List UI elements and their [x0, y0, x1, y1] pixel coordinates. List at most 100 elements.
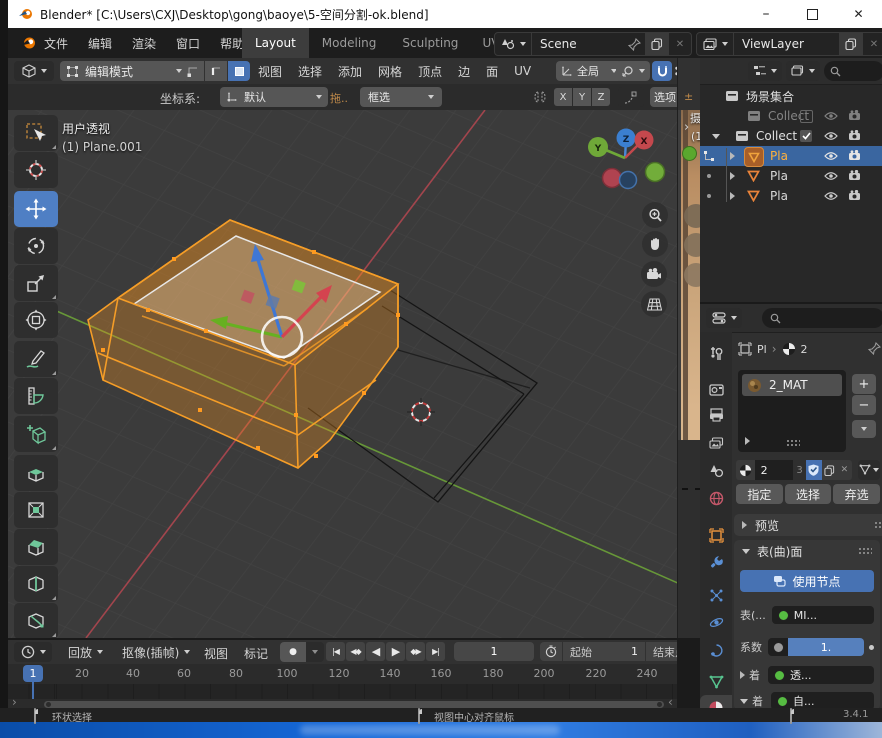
jump-end-button[interactable]: ▶|	[426, 642, 445, 661]
playback-dropdown[interactable]: 回放	[60, 642, 111, 662]
tool-cursor[interactable]	[14, 152, 58, 188]
expand-icon[interactable]	[730, 192, 735, 200]
tab-particles[interactable]	[700, 582, 732, 608]
playhead-badge[interactable]: 1	[23, 665, 43, 682]
end-frame-field[interactable]: 结束点	[646, 642, 677, 661]
ortho-toggle-button[interactable]	[641, 291, 667, 317]
pan-button[interactable]	[642, 231, 668, 257]
tab-tool[interactable]	[700, 340, 732, 366]
render-camera-icon[interactable]	[848, 170, 861, 181]
keying-dropdown[interactable]: 抠像(插帧)	[114, 642, 198, 662]
viewlayer-remove-button[interactable]: ✕	[863, 33, 882, 55]
expand-icon[interactable]	[712, 134, 720, 139]
tab-sculpting[interactable]: Sculpting	[389, 28, 471, 58]
tab-layout[interactable]: Layout	[242, 28, 309, 58]
viewlayer-dropdown-button[interactable]	[697, 33, 734, 55]
outliner-type-button[interactable]	[748, 61, 782, 81]
assign-button[interactable]: 指定	[736, 484, 783, 504]
node-specials-button[interactable]	[858, 460, 880, 480]
row-expanded-icon[interactable]	[740, 699, 748, 704]
orientation-dropdown[interactable]: 全局	[556, 61, 622, 81]
menu-select[interactable]: 选择	[298, 63, 322, 80]
breadcrumb-object[interactable]: Pl	[757, 343, 767, 356]
tool-knife[interactable]	[14, 603, 58, 638]
minimize-button[interactable]: –	[743, 0, 789, 28]
surface-shader-field[interactable]: MI...	[772, 606, 874, 624]
slot-remove-button[interactable]: −	[852, 395, 876, 415]
tab-modifiers[interactable]	[700, 548, 732, 574]
record-button[interactable]: ●	[280, 642, 306, 662]
tab-output[interactable]	[700, 402, 732, 428]
menu-add[interactable]: 添加	[338, 63, 362, 80]
scene-dropdown-button[interactable]	[495, 33, 532, 55]
material-slot-active[interactable]: 2_MAT	[742, 374, 842, 396]
mirror-x-button[interactable]: X	[554, 88, 572, 106]
scene-new-button[interactable]	[645, 33, 669, 55]
shader1-field[interactable]: 透...	[768, 666, 874, 684]
expand-icon[interactable]	[730, 172, 735, 180]
strip-camera-button[interactable]	[684, 263, 701, 287]
eye-icon[interactable]	[824, 191, 838, 201]
panel-grip[interactable]	[874, 521, 882, 529]
outliner-search[interactable]	[824, 61, 882, 81]
properties-type-button[interactable]	[706, 308, 742, 328]
coord-dropdown[interactable]: 默认	[220, 87, 328, 107]
menu-uv[interactable]: UV	[514, 64, 531, 78]
viewport-3d[interactable]: Z X Y 用户透视 (1) Plane.001	[8, 110, 677, 638]
eye-icon[interactable]	[824, 151, 838, 161]
jump-start-button[interactable]: |◀	[326, 642, 345, 661]
factor-field[interactable]: 1.	[768, 638, 864, 656]
zoom-button[interactable]	[642, 202, 668, 228]
tool-annotate[interactable]	[14, 341, 58, 377]
menu-face[interactable]: 面	[486, 63, 498, 80]
breadcrumb-material[interactable]: 2	[801, 343, 808, 356]
expand-icon[interactable]	[730, 152, 735, 160]
drag-mode-dropdown[interactable]: 框选	[360, 87, 442, 107]
slot-grip[interactable]	[786, 439, 800, 447]
tool-move[interactable]	[14, 191, 58, 227]
play-reverse-button[interactable]: ◀	[366, 642, 385, 661]
outliner-filter-button[interactable]	[786, 61, 820, 81]
tool-extrude[interactable]	[14, 455, 58, 491]
scrollbar-end-dot-left[interactable]	[46, 702, 51, 707]
next-keyframe-button[interactable]: ◆▶	[406, 642, 425, 661]
camera-viewport-strip[interactable]: ± 摄 (1 ‹ ›	[677, 58, 701, 638]
tab-viewlayer[interactable]	[700, 430, 732, 456]
mirror-z-button[interactable]: Z	[592, 88, 610, 106]
deselect-button[interactable]: 弃选	[833, 484, 880, 504]
slot-expand-icon[interactable]	[745, 437, 750, 445]
scrollbar-end-dot-right[interactable]	[657, 702, 662, 707]
editor-type-button[interactable]	[14, 61, 54, 81]
tab-scene[interactable]	[700, 458, 732, 484]
scroll-arrow-left-icon[interactable]: ›	[12, 695, 17, 709]
row-collapsed-icon[interactable]	[740, 671, 745, 679]
render-camera-icon[interactable]	[848, 190, 861, 201]
tool-scale[interactable]	[14, 265, 58, 301]
render-camera-icon[interactable]	[848, 130, 861, 141]
render-camera-icon[interactable]	[848, 150, 861, 161]
scroll-arrow-right-icon[interactable]: ‹	[668, 695, 673, 709]
viewlayer-name[interactable]: ViewLayer	[734, 37, 839, 51]
tool-measure[interactable]	[14, 378, 58, 414]
outliner-row-plane-2[interactable]: Pla	[700, 166, 882, 186]
outliner-row-plane-active[interactable]: Pla	[700, 146, 882, 166]
menu-edge[interactable]: 边	[458, 63, 470, 80]
menu-window[interactable]: 窗口	[176, 35, 200, 52]
timeline-ruler[interactable]: 20 40 60 80 100 120 140 160 180 200 220 …	[8, 664, 677, 685]
scene-unlink-button[interactable]: ✕	[669, 33, 691, 55]
pin-icon[interactable]	[868, 342, 881, 355]
keyingset-dropdown[interactable]	[306, 642, 324, 662]
eye-icon[interactable]	[824, 111, 838, 121]
timeline-menu-view[interactable]: 视图	[204, 645, 228, 662]
panel-grip[interactable]	[858, 547, 872, 555]
fake-user-button[interactable]	[806, 460, 821, 480]
scene-name[interactable]: Scene	[532, 37, 628, 51]
mirror-y-button[interactable]: Y	[573, 88, 591, 106]
slot-specials-button[interactable]	[852, 420, 876, 438]
play-button[interactable]: ▶	[386, 642, 405, 661]
tab-physics[interactable]	[700, 609, 732, 635]
tool-rotate[interactable]	[14, 228, 58, 264]
edge-select-button[interactable]	[205, 61, 227, 81]
menu-render[interactable]: 渲染	[132, 35, 156, 52]
outliner-row-collection[interactable]: Collect	[700, 126, 882, 146]
